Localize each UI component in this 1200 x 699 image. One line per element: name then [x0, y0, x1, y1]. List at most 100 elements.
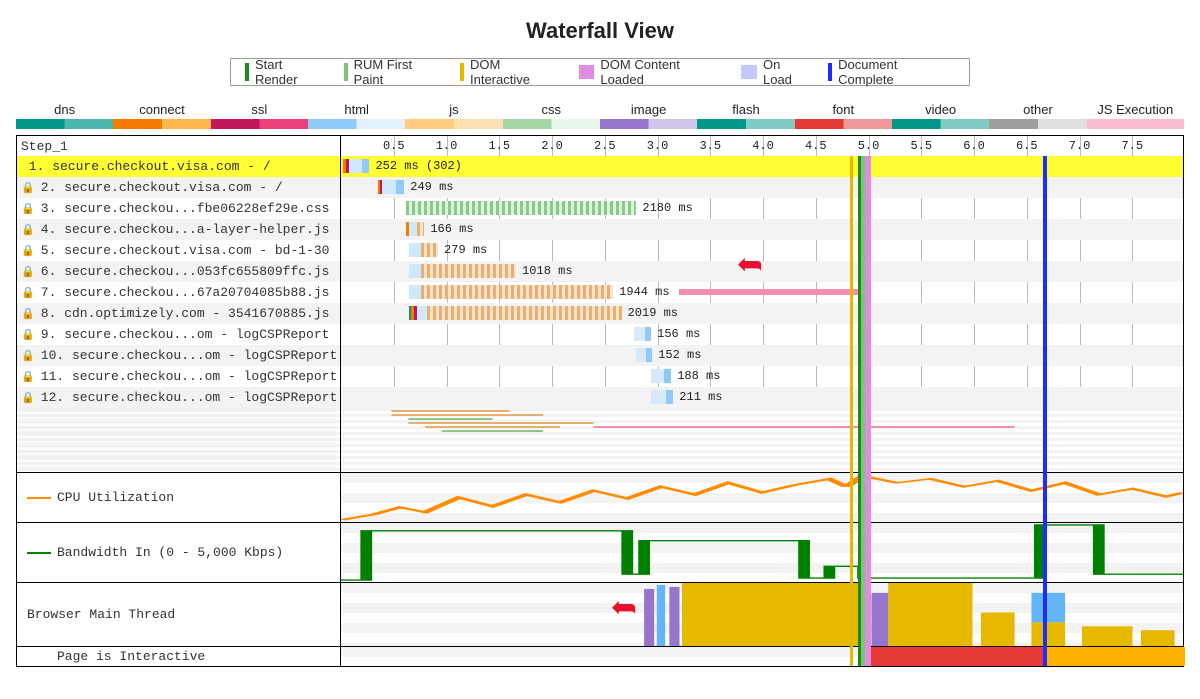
- marker-legend-item: Start Render: [237, 59, 336, 85]
- type-legend-label: JS Execution: [1087, 102, 1184, 117]
- type-legend-swatch-icon: [503, 119, 600, 129]
- request-duration-label: 252 ms (302): [375, 159, 461, 173]
- request-duration-label: 2180 ms: [642, 201, 692, 215]
- type-legend-item: image: [600, 102, 697, 131]
- type-legend-label: html: [308, 102, 405, 117]
- legend-label: DOM Content Loaded: [600, 57, 725, 87]
- request-bar-area: 1018 ms: [341, 261, 1183, 282]
- lock-icon: 🔒: [21, 347, 31, 366]
- request-bar: 279 ms: [409, 243, 439, 257]
- axis-tick: 4.0: [752, 136, 774, 157]
- type-legend-item: JS Execution: [1087, 102, 1184, 131]
- type-legend-swatch-icon: [697, 119, 794, 129]
- waterfall-row[interactable]: 🔒 5. secure.checkout.visa.com - bd-1-30 2…: [17, 240, 1183, 261]
- waterfall-row[interactable]: 🔒 9. secure.checkou...om - logCSPReport1…: [17, 324, 1183, 345]
- type-legend-label: connect: [113, 102, 210, 117]
- request-label: 🔒 10. secure.checkou...om - logCSPReport: [17, 345, 341, 366]
- marker-legend-item: Document Complete: [820, 59, 963, 85]
- waterfall-row[interactable]: 🔒 12. secure.checkou...om - logCSPReport…: [17, 387, 1183, 408]
- axis-tick: 0.5: [383, 136, 405, 157]
- request-bar-area: 166 ms: [341, 219, 1183, 240]
- waterfall-rows: 1. secure.checkout.visa.com - /252 ms (3…: [17, 156, 1183, 408]
- request-duration-label: 249 ms: [410, 180, 453, 194]
- legend-label: Document Complete: [838, 57, 955, 87]
- interactive-segment: [858, 647, 1043, 666]
- request-label: 🔒 5. secure.checkout.visa.com - bd-1-30: [17, 240, 341, 261]
- request-label: 🔒 6. secure.checkou...053fc655809ffc.js: [17, 261, 341, 282]
- request-label: 🔒 12. secure.checkou...om - logCSPReport: [17, 387, 341, 408]
- request-bar-area: 2180 ms: [341, 198, 1183, 219]
- axis-tick: 2.0: [541, 136, 563, 157]
- cpu-label: CPU Utilization: [57, 490, 174, 505]
- waterfall-row[interactable]: 🔒 3. secure.checkou...fbe06228ef29e.css 2…: [17, 198, 1183, 219]
- request-label: 🔒 11. secure.checkou...om - logCSPReport: [17, 366, 341, 387]
- legend-swatch-icon: [460, 63, 464, 81]
- axis-tick: 7.0: [1069, 136, 1091, 157]
- waterfall-row[interactable]: 🔒 8. cdn.optimizely.com - 3541670885.js2…: [17, 303, 1183, 324]
- type-legend-swatch-icon: [113, 119, 210, 129]
- request-label: 1. secure.checkout.visa.com - /: [17, 156, 341, 177]
- type-legend-item: ssl: [211, 102, 308, 131]
- lock-icon: 🔒: [21, 305, 31, 324]
- axis-tick: 5.0: [858, 136, 880, 157]
- legend-label: Start Render: [255, 57, 328, 87]
- axis-tick: 7.5: [1121, 136, 1143, 157]
- axis-ticks: 0.51.01.52.02.53.03.54.04.55.05.56.06.57…: [341, 136, 1183, 156]
- type-legend-label: other: [989, 102, 1086, 117]
- mini-bars: [341, 408, 1183, 472]
- axis-tick: 2.5: [594, 136, 616, 157]
- request-label: 🔒 3. secure.checkou...fbe06228ef29e.css: [17, 198, 341, 219]
- request-bar: 249 ms: [378, 180, 404, 194]
- waterfall-row[interactable]: 🔒 10. secure.checkou...om - logCSPReport…: [17, 345, 1183, 366]
- condensed-rows: [17, 408, 1183, 472]
- page-title: Waterfall View: [14, 18, 1186, 44]
- legend-label: On Load: [763, 57, 812, 87]
- lock-icon: 🔒: [21, 263, 31, 282]
- lock-icon: 🔒: [21, 200, 31, 219]
- request-bar: 252 ms (302): [343, 159, 369, 173]
- request-bar: 156 ms: [634, 327, 651, 341]
- type-legend-item: js: [405, 102, 502, 131]
- type-legend-swatch-icon: [795, 119, 892, 129]
- waterfall-row[interactable]: 🔒 2. secure.checkout.visa.com - /249 ms: [17, 177, 1183, 198]
- cpu-swatch-icon: [27, 497, 51, 499]
- request-bar-area: 188 ms: [341, 366, 1183, 387]
- waterfall-frame: Step_1 0.51.01.52.02.53.03.54.04.55.05.5…: [16, 135, 1184, 667]
- waterfall-row[interactable]: 🔒 4. secure.checkou...a-layer-helper.js 1…: [17, 219, 1183, 240]
- type-legend-label: video: [892, 102, 989, 117]
- request-duration-label: 166 ms: [430, 222, 473, 236]
- type-legend-label: dns: [16, 102, 113, 117]
- axis-tick: 3.0: [647, 136, 669, 157]
- axis-tick: 1.5: [488, 136, 510, 157]
- type-legend-label: image: [600, 102, 697, 117]
- request-bar-area: 252 ms (302): [341, 156, 1183, 177]
- marker-legend-item: On Load: [733, 59, 820, 85]
- type-legend-swatch-icon: [405, 119, 502, 129]
- main-thread-panel: Browser Main Thread: [17, 582, 1183, 646]
- type-legend-swatch-icon: [1087, 119, 1184, 129]
- request-bar-area: 2019 ms: [341, 303, 1183, 324]
- request-bar: 1944 ms: [409, 285, 614, 299]
- type-legend-item: font: [795, 102, 892, 131]
- request-bar: 2180 ms: [406, 201, 636, 215]
- type-legend-swatch-icon: [16, 119, 113, 129]
- type-legend-item: other: [989, 102, 1086, 131]
- axis-tick: 6.0: [963, 136, 985, 157]
- request-bar-area: 211 ms: [341, 387, 1183, 408]
- axis-tick: 4.5: [805, 136, 827, 157]
- request-bar: 2019 ms: [409, 306, 622, 320]
- type-legend-item: flash: [697, 102, 794, 131]
- type-legend-label: ssl: [211, 102, 308, 117]
- timeline-axis: Step_1 0.51.01.52.02.53.03.54.04.55.05.5…: [17, 136, 1183, 156]
- lock-icon: 🔒: [21, 368, 31, 387]
- waterfall-row[interactable]: 1. secure.checkout.visa.com - /252 ms (3…: [17, 156, 1183, 177]
- request-label: 🔒 4. secure.checkou...a-layer-helper.js: [17, 219, 341, 240]
- waterfall-row[interactable]: 🔒 6. secure.checkou...053fc655809ffc.js1…: [17, 261, 1183, 282]
- waterfall-row[interactable]: 🔒 7. secure.checkou...67a20704085b88.js1…: [17, 282, 1183, 303]
- marker-legend: Start RenderRUM First PaintDOM Interacti…: [230, 58, 970, 86]
- request-bar-area: 249 ms: [341, 177, 1183, 198]
- request-bar-area: 156 ms: [341, 324, 1183, 345]
- waterfall-row[interactable]: 🔒 11. secure.checkou...om - logCSPReport…: [17, 366, 1183, 387]
- legend-label: DOM Interactive: [470, 57, 563, 87]
- legend-swatch-icon: [741, 65, 757, 79]
